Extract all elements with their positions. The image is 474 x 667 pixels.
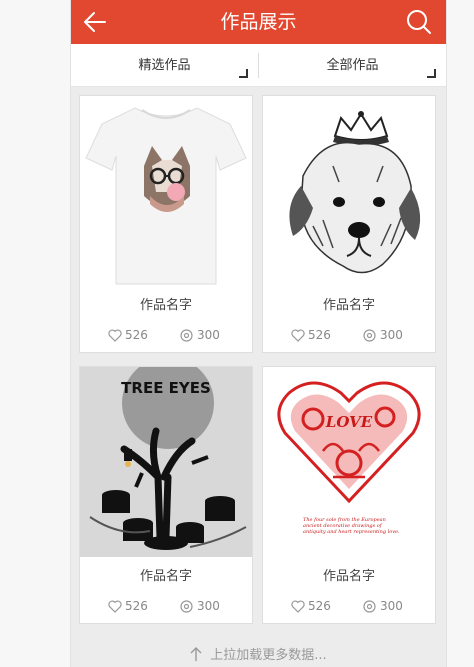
tree-eyes-text: TREE EYES [121,379,211,397]
work-card[interactable]: 作品名字 526 300 [262,95,436,353]
like-count-value: 526 [308,599,331,613]
love-text: LOVE [325,413,373,431]
eye-icon [180,599,193,613]
heart-art-caption: The four sole from the European ancient … [303,517,400,535]
work-image[interactable]: LOVE The four sole from the European anc… [263,367,435,557]
dog-crown-illustration [263,96,435,286]
arrow-up-icon [190,646,202,661]
header-bar: 作品展示 [71,0,446,44]
work-image[interactable] [80,96,252,286]
work-name[interactable]: 作品名字 [263,565,435,584]
app-screen: 作品展示 精选作品 全部作品 作品名字 526 300 作品名字 526 300… [70,0,447,667]
heart-outline-icon [108,328,122,342]
papercut-heart-illustration: LOVE The four sole from the European anc… [263,367,435,557]
view-count[interactable]: 300 [362,328,403,342]
work-name[interactable]: 作品名字 [80,294,252,313]
work-name[interactable]: 作品名字 [80,565,252,584]
work-image[interactable]: TREE EYES [80,367,252,557]
search-button[interactable] [404,7,434,37]
heart-outline-icon [291,599,305,613]
tshirt-cat-illustration [80,96,252,286]
tab-all-works[interactable]: 全部作品 [259,44,446,86]
view-count[interactable]: 300 [179,599,220,613]
view-count-value: 300 [380,328,403,342]
load-more-hint[interactable]: 上拉加载更多数据... [71,644,446,663]
like-count[interactable]: 526 [291,599,331,613]
like-count[interactable]: 526 [108,328,148,342]
tab-featured-works[interactable]: 精选作品 [71,44,258,86]
like-count[interactable]: 526 [108,599,148,613]
view-count-value: 300 [380,599,403,613]
load-more-text: 上拉加载更多数据... [210,648,327,663]
work-name[interactable]: 作品名字 [263,294,435,313]
eye-icon [180,328,193,342]
view-count[interactable]: 300 [179,328,220,342]
work-card[interactable]: 作品名字 526 300 [79,95,253,353]
eye-icon [363,328,376,342]
like-count-value: 526 [308,328,331,342]
page-title: 作品展示 [220,11,297,33]
tab-all-label: 全部作品 [326,58,379,73]
dropdown-corner-icon [427,69,436,78]
dropdown-corner-icon [239,69,248,78]
view-count[interactable]: 300 [362,599,403,613]
search-icon [407,10,431,34]
like-count[interactable]: 526 [291,328,331,342]
heart-outline-icon [108,599,122,613]
view-count-value: 300 [197,599,220,613]
filter-bar: 精选作品 全部作品 [71,44,446,87]
eye-icon [363,599,376,613]
view-count-value: 300 [197,328,220,342]
heart-outline-icon [291,328,305,342]
work-card[interactable]: LOVE The four sole from the European anc… [262,366,436,624]
work-image[interactable] [263,96,435,286]
tree-eyes-illustration: TREE EYES [80,367,252,557]
work-card[interactable]: TREE EYES 作品名字 526 300 [79,366,253,624]
like-count-value: 526 [125,328,148,342]
tab-featured-label: 精选作品 [138,58,191,73]
like-count-value: 526 [125,599,148,613]
